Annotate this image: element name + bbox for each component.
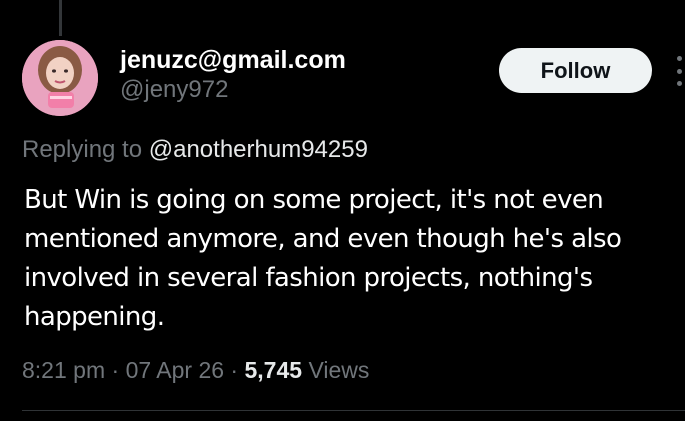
replying-to: Replying to @anotherhum94259: [22, 135, 368, 165]
views-label: Views: [308, 357, 370, 383]
divider: [22, 410, 685, 411]
profile-photo-icon: [22, 40, 98, 116]
tweet-date[interactable]: 07 Apr 26: [126, 357, 224, 383]
follow-button[interactable]: Follow: [499, 48, 652, 93]
tweet-text: But Win is going on some project, it's n…: [24, 185, 622, 332]
avatar[interactable]: [22, 40, 98, 116]
thread-connector-line: [59, 0, 62, 36]
meta-separator-2: ·: [230, 357, 239, 383]
more-options-icon[interactable]: [673, 56, 685, 86]
meta-separator-1: ·: [111, 357, 120, 383]
replying-to-label: Replying to: [22, 136, 143, 163]
replying-to-user-link[interactable]: @anotherhum94259: [149, 136, 368, 163]
views-count: 5,745: [244, 357, 303, 383]
tweet-time[interactable]: 8:21 pm: [22, 357, 105, 383]
tweet-meta: 8:21 pm · 07 Apr 26 · 5,745 Views: [22, 355, 369, 385]
display-name[interactable]: jenuzc@gmail.com: [120, 45, 346, 75]
user-handle[interactable]: @jeny972: [120, 75, 346, 105]
user-info: jenuzc@gmail.com @jeny972: [120, 45, 346, 105]
